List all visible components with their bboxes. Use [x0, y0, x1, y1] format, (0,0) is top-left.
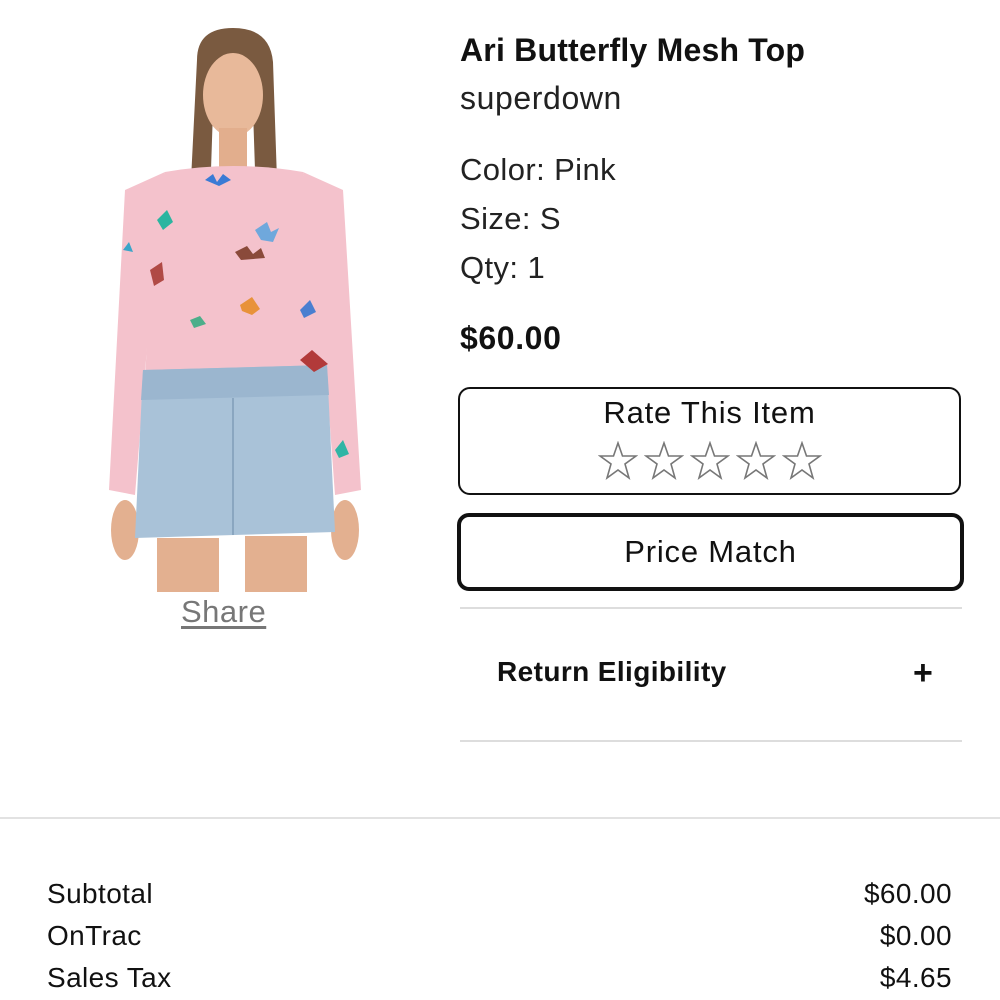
subtotal-label: Subtotal	[47, 878, 153, 909]
rate-item-box: Rate This Item	[458, 387, 961, 495]
return-eligibility-toggle[interactable]: Return Eligibility +	[460, 640, 962, 710]
qty-attribute: Qty: 1	[460, 250, 546, 285]
return-eligibility-label: Return Eligibility	[497, 656, 727, 687]
rate-item-title: Rate This Item	[603, 395, 816, 430]
plus-icon[interactable]: +	[913, 654, 933, 693]
product-image[interactable]	[105, 20, 367, 592]
model-photo	[109, 28, 361, 592]
color-attribute: Color: Pink	[460, 152, 617, 187]
star-icon[interactable]	[781, 441, 822, 481]
star-icon[interactable]	[597, 441, 638, 481]
star-icon[interactable]	[689, 441, 730, 481]
size-attribute: Size: S	[460, 201, 562, 236]
star-icon[interactable]	[735, 441, 776, 481]
shipping-label: OnTrac	[47, 920, 142, 951]
section-divider	[0, 817, 1000, 819]
star-rating	[460, 441, 959, 481]
product-price: $60.00	[460, 320, 562, 356]
subtotal-value: $60.00	[863, 878, 952, 909]
divider	[460, 607, 962, 609]
brand-name[interactable]: superdown	[460, 80, 622, 117]
product-name[interactable]: Ari Butterfly Mesh Top	[460, 32, 805, 69]
price-match-button[interactable]: Price Match	[457, 513, 964, 591]
star-icon[interactable]	[643, 441, 684, 481]
tax-value: $4.65	[879, 962, 952, 993]
divider	[460, 740, 962, 742]
tax-label: Sales Tax	[47, 962, 172, 993]
shipping-value: $0.00	[879, 920, 952, 951]
share-link[interactable]: Share	[181, 594, 266, 630]
